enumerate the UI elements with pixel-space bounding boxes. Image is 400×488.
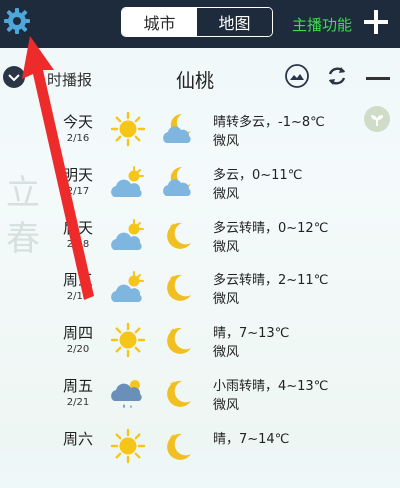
top-bar: 城市 地图 主播功能 (0, 0, 400, 48)
city-name: 仙桃 (176, 70, 215, 92)
minus-icon[interactable] (366, 77, 390, 80)
forecast-description: 多云转晴，2~11℃ (213, 273, 329, 288)
forecast-date: 2/18 (66, 239, 90, 250)
forecast-wind: 微风 (213, 134, 240, 149)
sun-icon (110, 428, 146, 464)
moon-icon (160, 322, 196, 358)
tab-map[interactable]: 地图 (197, 8, 272, 36)
moon-icon (160, 428, 196, 464)
forecast-description: 小雨转晴，4~13℃ (213, 379, 329, 394)
partly-cloudy-icon (110, 164, 146, 200)
main-function-link[interactable]: 主播功能 (292, 14, 352, 35)
collapse-icon[interactable] (3, 66, 25, 88)
forecast-wind: 微风 (213, 292, 240, 307)
forecast-day: 明天 (62, 166, 93, 184)
forecast-wind: 微风 (213, 345, 240, 360)
moon-icon (160, 217, 196, 253)
forecast-day: 周三 (62, 271, 93, 289)
forecast-description: 晴，7~13℃ (213, 326, 290, 341)
forecast-row[interactable]: 周六 晴，7~14℃ (0, 428, 400, 488)
forecast-day: 周五 (62, 377, 93, 395)
sun-icon (110, 111, 146, 147)
cloudy-moon-icon (160, 164, 196, 200)
forecast-description: 晴转多云，-1~8℃ (213, 115, 325, 130)
forecast-row[interactable]: 周三 2/19 多云转晴，2~11℃ 微风 (0, 269, 400, 329)
forecast-day: 周四 (62, 324, 93, 342)
forecast-wind: 微风 (213, 398, 240, 413)
view-switcher: 城市 地图 (121, 7, 273, 37)
forecast-row[interactable]: 明天 2/17 多云，0~11℃ 微风 (0, 164, 400, 224)
forecast-row[interactable]: 今天 2/16 晴转多云，-1~8℃ 微风 (0, 111, 400, 171)
cloudy-moon-icon (160, 111, 196, 147)
forecast-date: 2/16 (66, 133, 90, 144)
tab-city[interactable]: 城市 (122, 8, 197, 36)
forecast-date: 2/21 (66, 397, 90, 408)
forecast-day: 后天 (62, 219, 93, 237)
partly-cloudy-icon (110, 217, 146, 253)
forecast-row[interactable]: 后天 2/18 多云转晴，0~12℃ 微风 (0, 217, 400, 277)
light-rain-icon (110, 375, 146, 411)
forecast-day: 周六 (62, 430, 93, 448)
sun-icon (110, 322, 146, 358)
forecast-description: 多云，0~11℃ (213, 168, 303, 183)
forecast-date: 2/17 (66, 186, 90, 197)
partly-cloudy-icon (110, 269, 146, 305)
image-icon[interactable] (285, 64, 309, 88)
forecast-row[interactable]: 周五 2/21 小雨转晴，4~13℃ 微风 (0, 375, 400, 435)
moon-icon (160, 269, 196, 305)
forecast-row[interactable]: 周四 2/20 晴，7~13℃ 微风 (0, 322, 400, 382)
forecast-description: 多云转晴，0~12℃ (213, 221, 329, 236)
refresh-icon[interactable] (325, 64, 349, 88)
add-icon[interactable] (363, 9, 389, 35)
forecast-date: 2/20 (66, 344, 90, 355)
forecast-day: 今天 (62, 113, 93, 131)
forecast-description: 晴，7~14℃ (213, 432, 290, 447)
forecast-wind: 微风 (213, 240, 240, 255)
gear-icon[interactable] (2, 6, 32, 36)
moon-icon (160, 375, 196, 411)
forecast-wind: 微风 (213, 187, 240, 202)
broadcast-label[interactable]: 时播报 (47, 69, 92, 90)
forecast-date: 2/19 (66, 291, 90, 302)
